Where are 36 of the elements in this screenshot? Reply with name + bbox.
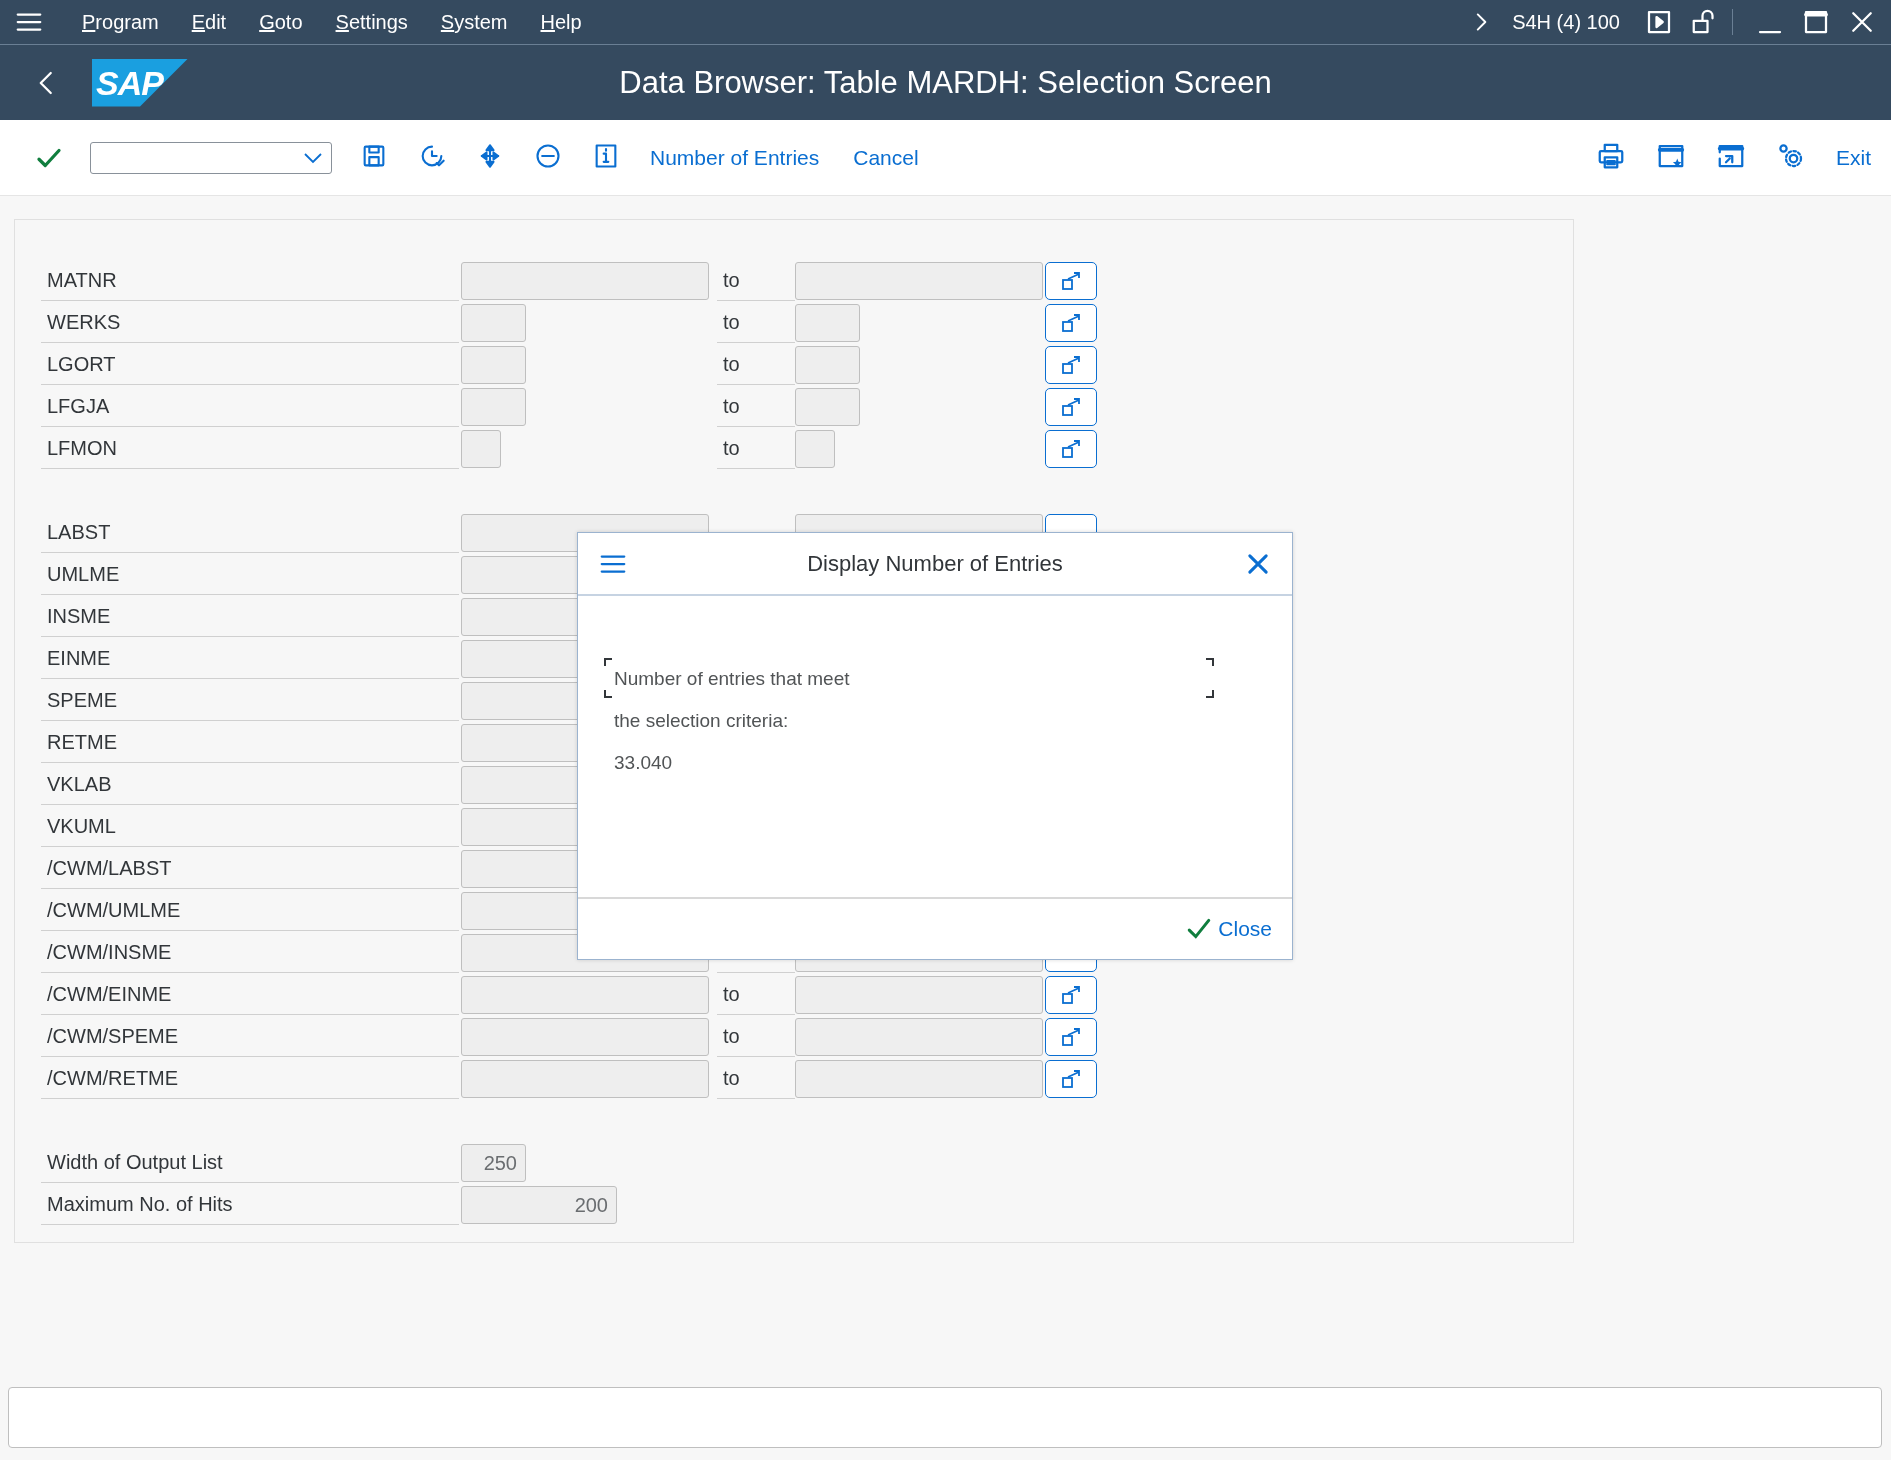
dialog-text: Number of entries that meet [614,668,850,690]
field-label: LFGJA [41,387,459,427]
field-label: INSME [41,597,459,637]
field-label: EINME [41,639,459,679]
range-to-label: to [722,983,740,1006]
dialog-text: the selection criteria: [614,710,789,732]
window-title: Data Browser: Table MARDH: Selection Screen [619,64,1272,100]
field-label: Maximum No. of Hits [41,1185,459,1225]
field-label: /CWM/RETME [41,1059,459,1099]
field-label: VKUML [41,807,459,847]
field-label: WERKS [41,303,459,343]
range-to-label: to [722,437,740,460]
range-to-label: to [722,269,740,292]
range-to-label: to [722,353,740,376]
range-to-label: to [722,1025,740,1048]
range-to-label: to [722,395,740,418]
field-label: /CWM/INSME [41,933,459,973]
field-label: SPEME [41,681,459,721]
field-label: /CWM/UMLME [41,891,459,931]
field-label: MATNR [41,261,459,301]
field-label: RETME [41,723,459,763]
system-info: S4H (4) 100 [1512,10,1620,34]
field-label: /CWM/EINME [41,975,459,1015]
field-label: /CWM/LABST [41,849,459,889]
dialog-text: 33.040 [614,752,673,774]
field-label: LGORT [41,345,459,385]
logo: SAP [92,58,188,107]
range-to-label: to [722,1067,740,1090]
field-label: LFMON [41,429,459,469]
field-label: LABST [41,513,459,553]
field-label: UMLME [41,555,459,595]
range-to-label: to [722,311,740,334]
dialog-title: Display Number of Entries [807,550,1063,576]
field-label: /CWM/SPEME [41,1017,459,1057]
field-label: Width of Output List [41,1143,459,1183]
field-label: VKLAB [41,765,459,805]
